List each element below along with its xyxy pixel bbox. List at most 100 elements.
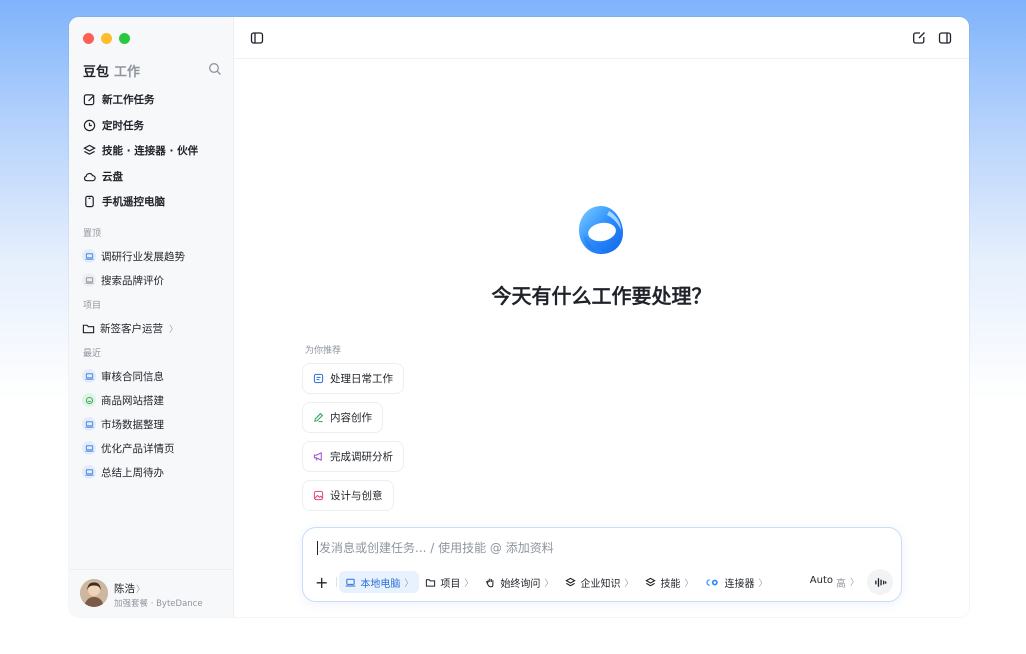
recommend-design[interactable]: 设计与创意 (302, 480, 394, 511)
recent-item[interactable]: 市场数据整理 (82, 412, 227, 436)
laptop-icon (82, 441, 96, 455)
search-icon[interactable] (208, 62, 222, 76)
folder-icon (82, 324, 95, 333)
window-controls (83, 33, 130, 44)
nav-label: 技能 · 连接器 · 伙伴 (102, 145, 199, 158)
main-panel: 今天有什么工作要处理？ 为你推荐 处理日常工作 内容创作 完成调研分析 设计与创… (234, 17, 969, 617)
chevron-right-icon: 〉 (544, 578, 554, 589)
divider (336, 577, 338, 587)
chevron-right-icon: 〉 (169, 324, 179, 335)
tool-skills[interactable]: 技能 〉 (639, 571, 699, 593)
nav-skills-connectors[interactable]: 技能 · 连接器 · 伙伴 (83, 138, 228, 164)
chevron-right-icon: 〉 (464, 578, 474, 589)
nav-cloud-drive[interactable]: 云盘 (83, 164, 228, 190)
folder-icon (426, 578, 436, 587)
recent-item[interactable]: 优化产品详情页 (82, 436, 227, 460)
recent-list: 审核合同信息 商品网站搭建 市场数据整理 优化产品详情页 总结上周待办 (82, 364, 227, 484)
laptop-icon (82, 417, 96, 431)
laptop-icon (346, 578, 356, 586)
pinned-item[interactable]: 调研行业发展趋势 (82, 244, 227, 268)
megaphone-icon (313, 452, 322, 461)
chevron-right-icon: 〉 (684, 578, 694, 589)
chevron-right-icon: 〉 (758, 578, 768, 589)
nav-label: 云盘 (102, 170, 123, 183)
recommend-item-label: 内容创作 (330, 412, 372, 424)
tool-label: 企业知识 (580, 578, 621, 590)
nav-label: 手机遥控电脑 (102, 196, 165, 209)
chat-bubble-icon (82, 393, 96, 407)
list-item-label: 市场数据整理 (101, 418, 164, 431)
user-name: 陈浩〉 (114, 581, 145, 596)
recommend-item-label: 设计与创意 (330, 490, 383, 502)
new-window-icon[interactable] (912, 31, 926, 45)
panel-toggle-icon[interactable] (938, 31, 952, 45)
list-item-label: 审核合同信息 (101, 370, 164, 383)
chevron-right-icon: 〉 (404, 578, 414, 589)
nav-phone-remote[interactable]: 手机遥控电脑 (83, 189, 228, 215)
connector-icon (707, 578, 719, 586)
user-name-text: 陈浩 (114, 583, 135, 595)
recent-item[interactable]: 审核合同信息 (82, 364, 227, 388)
chevron-right-icon: 〉 (849, 577, 859, 588)
recommend-research[interactable]: 完成调研分析 (302, 441, 404, 472)
tool-label: 项目 (440, 578, 461, 590)
list-item-label: 新签客户运营 (100, 322, 163, 335)
page-title: 今天有什么工作要处理？ (491, 284, 712, 308)
nav-scheduled-tasks[interactable]: 定时任务 (83, 113, 228, 139)
mode-label: Auto (809, 574, 833, 586)
tool-label: 技能 (660, 578, 681, 590)
maximize-window-button[interactable] (119, 33, 130, 44)
recent-item[interactable]: 商品网站搭建 (82, 388, 227, 412)
doubao-logo (579, 206, 623, 254)
tool-project[interactable]: 项目 〉 (419, 571, 479, 593)
project-item[interactable]: 新签客户运营 〉 (82, 316, 227, 340)
chevron-right-icon: 〉 (624, 578, 634, 589)
hand-icon (486, 578, 494, 587)
cloud-icon (83, 172, 96, 182)
tool-label: 始终询问 (500, 578, 541, 590)
composer-toolbar: + 本地电脑 〉 项目 〉 始终询问 〉 企业知识 〉 技能 〉 连接器 〉 A… (313, 569, 893, 595)
tool-connectors[interactable]: 连接器 〉 (699, 571, 773, 593)
recommend-item-label: 处理日常工作 (330, 373, 393, 385)
list-item-label: 商品网站搭建 (101, 394, 164, 407)
sidebar: 豆包 工作 新工作任务 定时任务 技能 · 连接器 · 伙伴 云盘 手机遥控电脑… (69, 17, 234, 617)
message-input[interactable] (317, 541, 877, 555)
recommend-daily-work[interactable]: 处理日常工作 (302, 363, 404, 394)
tool-always-ask[interactable]: 始终询问 〉 (479, 571, 559, 593)
avatar[interactable] (80, 579, 108, 607)
add-attachment-button[interactable]: + (313, 573, 334, 592)
tool-enterprise-knowledge[interactable]: 企业知识 〉 (559, 571, 639, 593)
pinned-list: 调研行业发展趋势 搜索品牌评价 (82, 244, 227, 292)
minimize-window-button[interactable] (101, 33, 112, 44)
pinned-item[interactable]: 搜索品牌评价 (82, 268, 227, 292)
chevron-right-icon: 〉 (136, 585, 146, 595)
layers-icon (565, 577, 577, 586)
recent-section-label: 最近 (83, 349, 102, 359)
close-window-button[interactable] (83, 33, 94, 44)
layers-icon (645, 577, 657, 586)
user-profile[interactable]: 陈浩〉 加强套餐 · ByteDance (69, 569, 234, 617)
sidebar-toggle-icon[interactable] (250, 31, 264, 45)
phone-icon (85, 196, 94, 208)
user-plan: 加强套餐 · ByteDance (114, 599, 203, 609)
tool-local-computer[interactable]: 本地电脑 〉 (339, 571, 420, 593)
brand-sub: 工作 (114, 65, 141, 80)
recommend-content-creation[interactable]: 内容创作 (302, 402, 383, 433)
laptop-icon (82, 369, 96, 383)
projects-section-label: 项目 (83, 301, 102, 311)
list-item-label: 搜索品牌评价 (101, 274, 164, 287)
recent-item[interactable]: 总结上周待办 (82, 460, 227, 484)
nav-label: 新工作任务 (102, 94, 155, 107)
list-item-label: 优化产品详情页 (101, 442, 175, 455)
message-composer: + 本地电脑 〉 项目 〉 始终询问 〉 (302, 527, 902, 602)
nav-new-task[interactable]: 新工作任务 (83, 87, 228, 113)
voice-input-button[interactable] (867, 569, 893, 595)
pen-icon (314, 412, 324, 423)
laptop-icon (82, 249, 96, 263)
layers-icon (83, 144, 96, 156)
laptop-icon (82, 273, 96, 287)
recommend-item-label: 完成调研分析 (330, 451, 393, 463)
mode-selector[interactable]: Auto 高 〉 (802, 575, 867, 590)
tool-label: 本地电脑 (360, 578, 401, 590)
image-icon (313, 490, 324, 501)
